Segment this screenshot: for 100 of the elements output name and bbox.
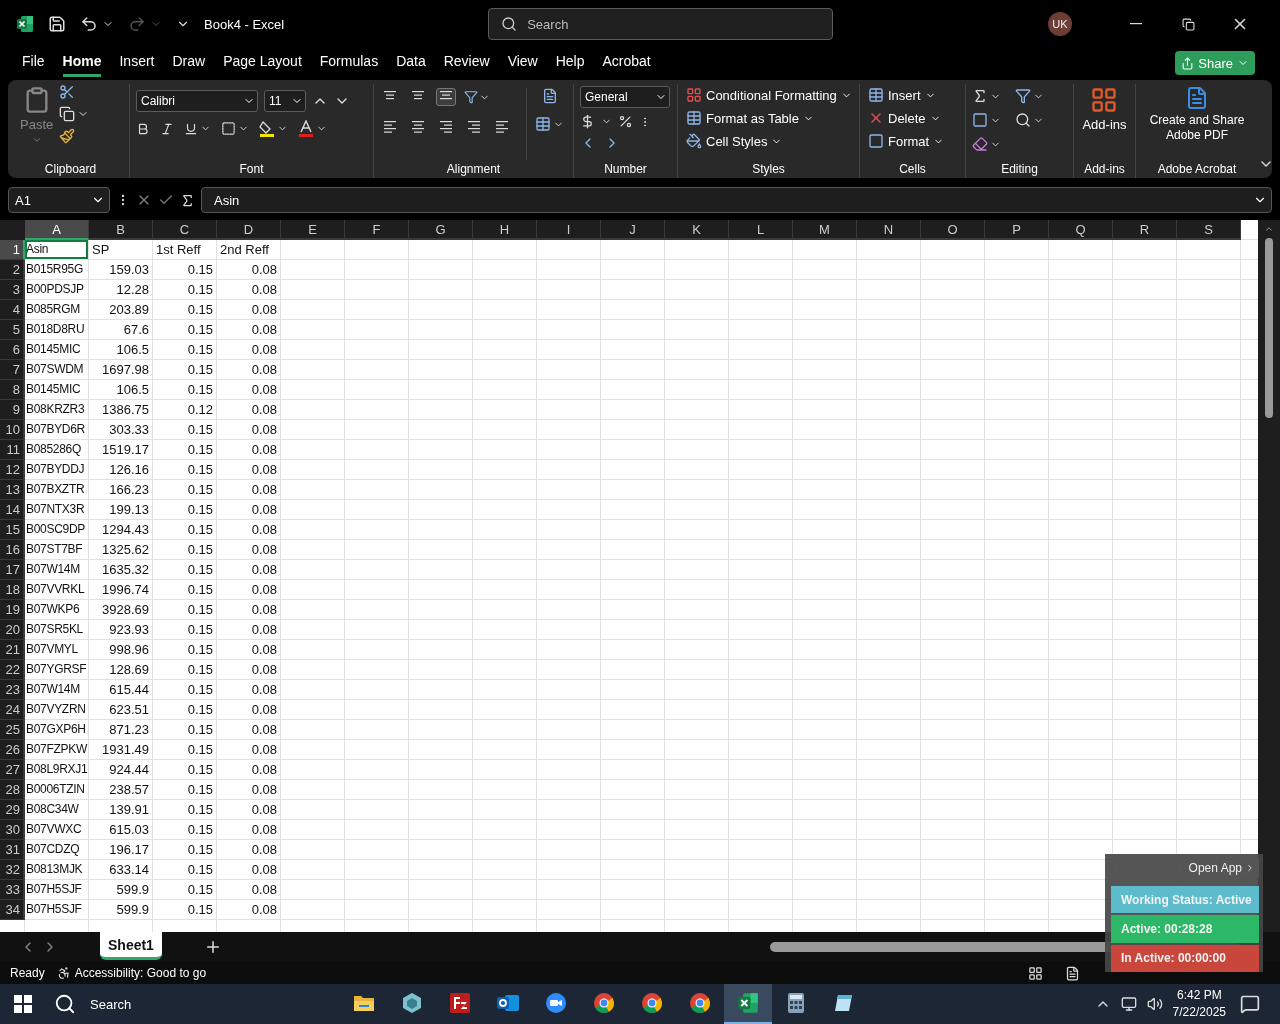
row-header[interactable]: 17: [0, 560, 25, 580]
column-header[interactable]: L: [729, 220, 793, 240]
row-header[interactable]: 30: [0, 820, 25, 840]
scroll-up-icon[interactable]: [1264, 224, 1274, 234]
row-header[interactable]: 10: [0, 420, 25, 440]
row-header[interactable]: 29: [0, 800, 25, 820]
row-header[interactable]: 28: [0, 780, 25, 800]
row-header[interactable]: 5: [0, 320, 25, 340]
row-header[interactable]: 19: [0, 600, 25, 620]
row-header[interactable]: 27: [0, 760, 25, 780]
clock[interactable]: 6:42 PM 7/22/2025: [1172, 987, 1226, 1021]
italic-icon[interactable]: [160, 121, 174, 136]
accessibility-icon[interactable]: [56, 966, 71, 980]
row-header[interactable]: 4: [0, 300, 25, 320]
align-bottom-button[interactable]: [436, 88, 456, 106]
ribbon-tab[interactable]: Insert: [119, 49, 155, 77]
row-header[interactable]: 23: [0, 680, 25, 700]
ribbon-tab[interactable]: Review: [443, 49, 490, 77]
selected-cell[interactable]: Asin: [25, 240, 88, 259]
ribbon-tab[interactable]: Help: [555, 49, 585, 77]
font-color-icon[interactable]: [298, 120, 314, 137]
column-header[interactable]: Q: [1049, 220, 1113, 240]
ribbon-tab[interactable]: File: [22, 49, 45, 77]
column-header[interactable]: H: [473, 220, 537, 240]
ribbon-tab[interactable]: Formulas: [319, 49, 379, 77]
row-header[interactable]: 34: [0, 900, 25, 920]
styles-menu-button[interactable]: Conditional Formatting: [684, 86, 854, 104]
column-header[interactable]: A: [25, 220, 89, 240]
ribbon-tab[interactable]: Home: [62, 49, 102, 77]
column-header[interactable]: O: [921, 220, 985, 240]
row-header[interactable]: 14: [0, 500, 25, 520]
row-header[interactable]: 11: [0, 440, 25, 460]
row-header[interactable]: 33: [0, 880, 25, 900]
column-header[interactable]: C: [153, 220, 217, 240]
row-header[interactable]: 25: [0, 720, 25, 740]
sheet-tab[interactable]: Sheet1: [100, 932, 162, 960]
column-header[interactable]: R: [1113, 220, 1177, 240]
column-header[interactable]: D: [217, 220, 281, 240]
cells-menu-button[interactable]: Delete: [866, 109, 943, 127]
cells-menu-button[interactable]: Insert: [866, 86, 938, 104]
row-header[interactable]: 12: [0, 460, 25, 480]
font-size-field[interactable]: 11: [264, 90, 306, 112]
row-header[interactable]: 1: [0, 240, 25, 260]
row-header[interactable]: 2: [0, 260, 25, 280]
cells-menu-button[interactable]: Format: [866, 132, 947, 150]
column-header[interactable]: S: [1177, 220, 1241, 240]
ribbon-tab[interactable]: View: [507, 49, 538, 77]
page-layout-icon[interactable]: [1065, 965, 1080, 981]
borders-icon[interactable]: [221, 121, 236, 136]
taskbar-search[interactable]: Search: [54, 993, 132, 1015]
search-field[interactable]: Search: [488, 8, 834, 40]
ribbon-tab[interactable]: Page Layout: [223, 49, 302, 77]
sum-icon[interactable]: [972, 88, 988, 104]
underline-icon[interactable]: [184, 121, 198, 136]
column-header[interactable]: N: [857, 220, 921, 240]
merge-center-icon[interactable]: [535, 116, 551, 132]
add-ins-button[interactable]: Add-ins: [1080, 84, 1129, 160]
column-header[interactable]: G: [409, 220, 473, 240]
search-icon[interactable]: [1015, 112, 1031, 128]
format-painter-icon[interactable]: [59, 128, 76, 144]
ribbon-tab[interactable]: Data: [396, 49, 426, 77]
row-header[interactable]: 8: [0, 380, 25, 400]
column-header[interactable]: I: [537, 220, 601, 240]
currency-icon[interactable]: [580, 114, 595, 129]
column-header[interactable]: E: [281, 220, 345, 240]
ribbon-tab[interactable]: Draw: [172, 49, 206, 77]
row-header[interactable]: 31: [0, 840, 25, 860]
scrollbar-thumb[interactable]: [1265, 238, 1273, 418]
eraser-icon[interactable]: [972, 136, 988, 152]
normal-view-icon[interactable]: [1028, 965, 1043, 981]
network-icon[interactable]: [1120, 996, 1137, 1012]
row-header[interactable]: 24: [0, 700, 25, 720]
row-header[interactable]: 13: [0, 480, 25, 500]
create-pdf-button[interactable]: Create and Share Adobe PDF: [1142, 84, 1252, 160]
font-name-field[interactable]: Calibri: [136, 90, 258, 112]
copy-icon[interactable]: [59, 106, 76, 122]
start-icon[interactable]: [14, 995, 32, 1013]
save-icon[interactable]: [48, 15, 66, 33]
row-header[interactable]: 32: [0, 860, 25, 880]
cut-icon[interactable]: [59, 84, 76, 100]
row-header[interactable]: 15: [0, 520, 25, 540]
notifications-icon[interactable]: [1240, 994, 1260, 1014]
formula-field[interactable]: Asin: [201, 187, 1272, 213]
row-header[interactable]: 7: [0, 360, 25, 380]
undo-icon[interactable]: [80, 15, 98, 33]
styles-menu-button[interactable]: Cell Styles: [684, 132, 785, 150]
sort-filter-icon[interactable]: [1015, 88, 1031, 104]
bold-icon[interactable]: [136, 121, 150, 136]
row-header[interactable]: 9: [0, 400, 25, 420]
column-header[interactable]: K: [665, 220, 729, 240]
name-box[interactable]: A1: [8, 187, 110, 213]
column-header[interactable]: J: [601, 220, 665, 240]
row-header[interactable]: 22: [0, 660, 25, 680]
column-header[interactable]: P: [985, 220, 1049, 240]
row-header[interactable]: 6: [0, 340, 25, 360]
fill-color-icon[interactable]: [259, 120, 275, 137]
row-header[interactable]: 16: [0, 540, 25, 560]
number-format-field[interactable]: General: [580, 86, 670, 108]
redo-icon[interactable]: [128, 15, 146, 33]
user-avatar[interactable]: UK: [1048, 12, 1072, 36]
